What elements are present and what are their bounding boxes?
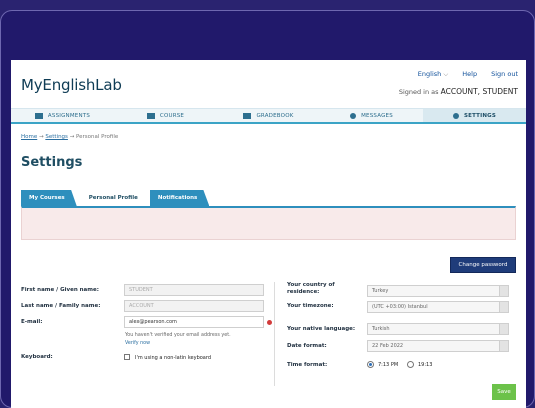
date-format-select[interactable]: 22 Feb 2022	[367, 340, 509, 352]
first-name-field[interactable]: STUDENT	[124, 284, 264, 296]
signed-in-info: Signed in as ACCOUNT, STUDENT	[399, 87, 518, 96]
sign-out-link[interactable]: Sign out	[491, 70, 518, 79]
tab-label: MESSAGES	[361, 112, 393, 119]
browser-page: MyEnglishLab English Help Sign out Signe…	[11, 60, 526, 408]
breadcrumb: Home → Settings → Personal Profile	[21, 134, 118, 140]
subtab-personal-profile[interactable]: Personal Profile	[81, 190, 146, 206]
assignments-icon	[34, 112, 43, 119]
time-24h-label: 19:13	[418, 362, 433, 368]
breadcrumb-current: Personal Profile	[76, 134, 119, 140]
breadcrumb-separator: →	[39, 134, 44, 140]
tab-label: GRADEBOOK	[256, 112, 294, 119]
signed-in-user: ACCOUNT, STUDENT	[440, 87, 518, 96]
notice-panel	[21, 206, 516, 240]
non-latin-keyboard-checkbox[interactable]	[124, 354, 130, 360]
time-12h-radio[interactable]	[367, 361, 374, 368]
verify-now-link[interactable]: Verify now	[125, 340, 150, 347]
tab-settings[interactable]: SETTINGS	[423, 109, 526, 122]
time-12h-label: 7:13 PM	[378, 362, 399, 368]
non-latin-keyboard-label: I'm using a non-latin keyboard	[135, 355, 212, 361]
header: MyEnglishLab English Help Sign out Signe…	[11, 60, 526, 106]
email-label: E-mail:	[21, 319, 43, 325]
tab-gradebook[interactable]: GRADEBOOK	[217, 109, 320, 122]
first-name-label: First name / Given name:	[21, 287, 99, 293]
last-name-field[interactable]: ACCOUNT	[124, 300, 264, 312]
keyboard-label: Keyboard:	[21, 354, 53, 360]
tab-messages[interactable]: MESSAGES	[320, 109, 423, 122]
time-24h-radio[interactable]	[407, 361, 414, 368]
email-unverified-note: You haven't verified your email address …	[125, 333, 231, 338]
breadcrumb-settings[interactable]: Settings	[45, 134, 68, 140]
language-select[interactable]: English	[418, 70, 448, 79]
timezone-select[interactable]: (UTC +03:00) Istanbul	[367, 301, 509, 313]
change-password-button[interactable]: Change password	[450, 257, 516, 273]
country-select[interactable]: Turkey	[367, 285, 509, 297]
tab-label: SETTINGS	[463, 112, 497, 119]
native-language-select[interactable]: Turkish	[367, 323, 509, 335]
breadcrumb-separator: →	[69, 134, 75, 140]
timezone-label: Your timezone:	[287, 303, 334, 309]
settings-subtabs: My Courses Personal Profile Notification…	[21, 190, 210, 206]
required-icon	[267, 320, 272, 325]
subtab-notifications[interactable]: Notifications	[149, 190, 210, 206]
tab-assignments[interactable]: ASSIGNMENTS	[11, 109, 114, 122]
tab-label: COURSE	[159, 112, 185, 119]
column-divider	[274, 282, 275, 386]
gradebook-icon	[243, 112, 252, 119]
last-name-label: Last name / Family name:	[21, 303, 101, 309]
messages-icon	[350, 112, 357, 119]
header-links: English Help Sign out	[418, 70, 518, 79]
course-icon	[146, 112, 155, 119]
signed-in-prefix: Signed in as	[398, 88, 439, 96]
tab-label: ASSIGNMENTS	[47, 112, 91, 119]
save-button[interactable]: Save	[492, 384, 516, 400]
native-language-label: Your native language:	[287, 326, 356, 332]
logo: MyEnglishLab	[21, 76, 122, 94]
gear-icon	[452, 112, 459, 119]
subtab-my-courses[interactable]: My Courses	[21, 190, 77, 206]
main-nav: ASSIGNMENTS COURSE GRADEBOOK MESSAGES SE…	[11, 108, 526, 124]
country-label: Your country of residence:	[287, 282, 335, 295]
help-link[interactable]: Help	[462, 70, 477, 79]
breadcrumb-home[interactable]: Home	[21, 134, 37, 140]
date-format-label: Date format:	[287, 343, 327, 349]
tab-course[interactable]: COURSE	[114, 109, 217, 122]
time-format-label: Time format:	[287, 362, 328, 368]
email-field[interactable]: alex@pearson.com	[124, 316, 264, 328]
page-title: Settings	[21, 155, 83, 170]
